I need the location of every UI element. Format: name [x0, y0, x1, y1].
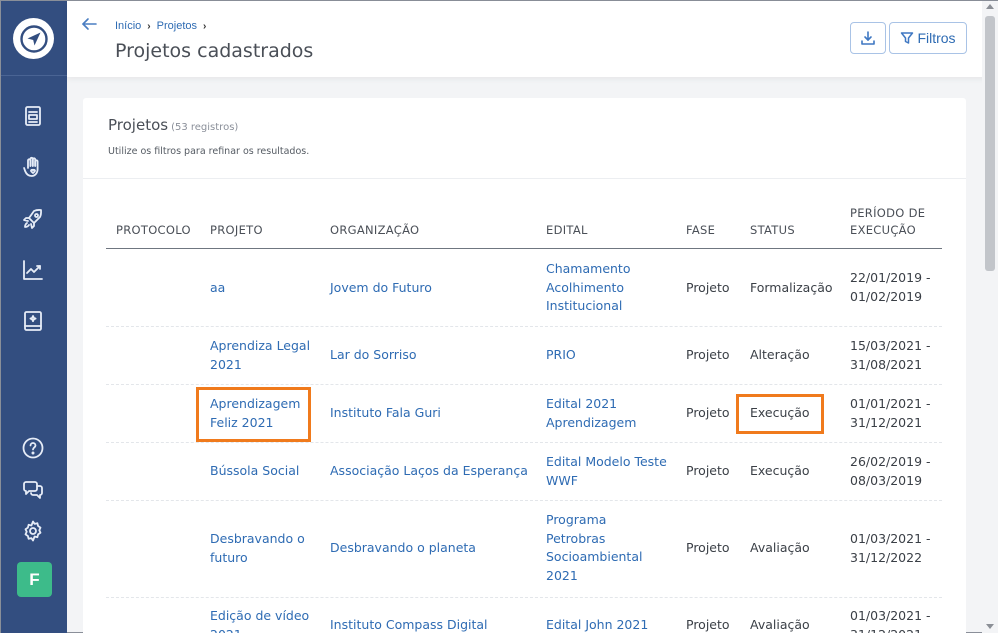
- arrow-left-icon: [82, 18, 97, 30]
- sidebar-item-documents[interactable]: [20, 103, 46, 129]
- card-divider: [83, 178, 966, 179]
- card-subtitle: Utilize os filtros para refinar os resul…: [108, 146, 310, 157]
- column-header-projeto[interactable]: PROJETO: [210, 222, 263, 239]
- help-icon: [22, 437, 44, 459]
- book-icon: [24, 311, 42, 331]
- records-count: (53 registros): [171, 122, 239, 133]
- document-icon: [25, 106, 41, 126]
- status-cell: Avaliação: [750, 617, 810, 632]
- filter-icon: [901, 32, 914, 44]
- row-divider: [106, 384, 942, 385]
- period-cell: 15/03/2021 - 31/08/2021: [850, 338, 931, 372]
- sidebar-item-library[interactable]: [20, 308, 46, 334]
- row-divider: [106, 597, 942, 598]
- sidebar: F: [1, 1, 67, 633]
- project-link[interactable]: Desbravando o futuro: [210, 530, 310, 567]
- sidebar-item-launch[interactable]: [20, 206, 46, 232]
- column-header-edital[interactable]: EDITAL: [546, 222, 588, 239]
- chart-icon: [23, 260, 43, 280]
- status-cell: Execução: [750, 463, 810, 478]
- organization-link[interactable]: Jovem do Futuro: [330, 279, 535, 298]
- status-cell: Avaliação: [750, 540, 810, 555]
- phase-cell: Projeto: [686, 405, 730, 420]
- chevron-right-icon: ›: [203, 20, 207, 32]
- download-icon: [861, 31, 875, 45]
- status-cell: Execução: [750, 405, 810, 420]
- column-header-fase[interactable]: FASE: [686, 222, 715, 239]
- breadcrumb: Início › Projetos ›: [115, 20, 212, 32]
- period-cell: 01/03/2021 - 31/12/2022: [850, 531, 931, 565]
- sidebar-item-chat[interactable]: [20, 477, 46, 503]
- edital-link[interactable]: Programa Petrobras Socioambiental 2021: [546, 511, 646, 585]
- sidebar-item-social[interactable]: [20, 154, 46, 180]
- phase-cell: Projeto: [686, 617, 730, 632]
- back-button[interactable]: [80, 15, 98, 33]
- period-cell: 22/01/2019 - 01/02/2019: [850, 270, 931, 304]
- period-cell: 01/01/2021 - 31/12/2021: [850, 396, 931, 430]
- sidebar-divider: [1, 75, 67, 76]
- organization-link[interactable]: Desbravando o planeta: [330, 539, 535, 558]
- row-divider: [106, 326, 942, 327]
- edital-link[interactable]: Edital 2021 Aprendizagem: [546, 395, 646, 432]
- project-link[interactable]: Bússola Social: [210, 462, 320, 481]
- gear-icon: [24, 520, 42, 542]
- download-button[interactable]: [850, 22, 886, 54]
- column-header-status[interactable]: STATUS: [750, 222, 795, 239]
- status-cell: Alteração: [750, 347, 810, 362]
- edital-link[interactable]: Edital John 2021: [546, 616, 666, 633]
- sidebar-item-reports[interactable]: [20, 257, 46, 283]
- rocket-icon: [23, 209, 42, 229]
- page-header: Início › Projetos › Projetos cadastrados…: [67, 1, 998, 77]
- sidebar-item-help[interactable]: [20, 435, 46, 461]
- column-header-protocolo[interactable]: PROTOCOLO: [116, 222, 191, 239]
- scrollbar-thumb[interactable]: [985, 16, 995, 271]
- period-cell: 26/02/2019 - 08/03/2019: [850, 454, 931, 488]
- scroll-up-arrow-icon[interactable]: [986, 4, 994, 9]
- phase-cell: Projeto: [686, 463, 730, 478]
- card-title: Projetos (53 registros): [108, 116, 238, 134]
- project-link[interactable]: aa: [210, 279, 320, 298]
- edital-link[interactable]: Chamamento Acolhimento Institucional: [546, 260, 666, 316]
- filter-button-label: Filtros: [917, 30, 956, 46]
- phase-cell: Projeto: [686, 540, 730, 555]
- project-link[interactable]: Aprendiza Legal 2021: [210, 337, 315, 374]
- sidebar-item-settings[interactable]: [20, 518, 46, 544]
- organization-link[interactable]: Instituto Fala Guri: [330, 404, 535, 423]
- edital-link[interactable]: Edital Modelo Teste WWF: [546, 453, 671, 490]
- navigation-arrow-icon: [19, 24, 48, 53]
- row-divider: [106, 500, 942, 501]
- column-header-periodo[interactable]: PERÍODO DE EXECUÇÃO: [850, 205, 932, 239]
- hand-heart-icon: [23, 156, 39, 177]
- card-title-text: Projetos: [108, 116, 169, 134]
- filter-button[interactable]: Filtros: [889, 22, 967, 54]
- project-link[interactable]: Edição de vídeo 2021: [210, 607, 320, 633]
- edital-link[interactable]: PRIO: [546, 346, 666, 365]
- period-cell: 01/03/2021 - 31/12/2021: [850, 608, 931, 633]
- organization-link[interactable]: Instituto Compass Digital: [330, 616, 535, 633]
- page-title: Projetos cadastrados: [115, 40, 314, 62]
- organization-link[interactable]: Lar do Sorriso: [330, 346, 535, 365]
- project-link[interactable]: Aprendizagem Feliz 2021: [210, 395, 305, 432]
- chevron-right-icon: ›: [147, 20, 151, 32]
- scroll-down-arrow-icon[interactable]: [986, 624, 994, 629]
- table-header-divider: [106, 248, 942, 249]
- phase-cell: Projeto: [686, 347, 730, 362]
- app-logo[interactable]: [13, 18, 54, 59]
- chat-icon: [23, 481, 43, 499]
- breadcrumb-projects[interactable]: Projetos: [157, 20, 197, 32]
- user-avatar[interactable]: F: [17, 562, 52, 597]
- breadcrumb-home[interactable]: Início: [115, 20, 141, 32]
- organization-link[interactable]: Associação Laços da Esperança: [330, 462, 540, 481]
- column-header-organizacao[interactable]: ORGANIZAÇÃO: [330, 222, 419, 239]
- status-cell: Formalização: [750, 280, 833, 295]
- phase-cell: Projeto: [686, 280, 730, 295]
- row-divider: [106, 442, 942, 443]
